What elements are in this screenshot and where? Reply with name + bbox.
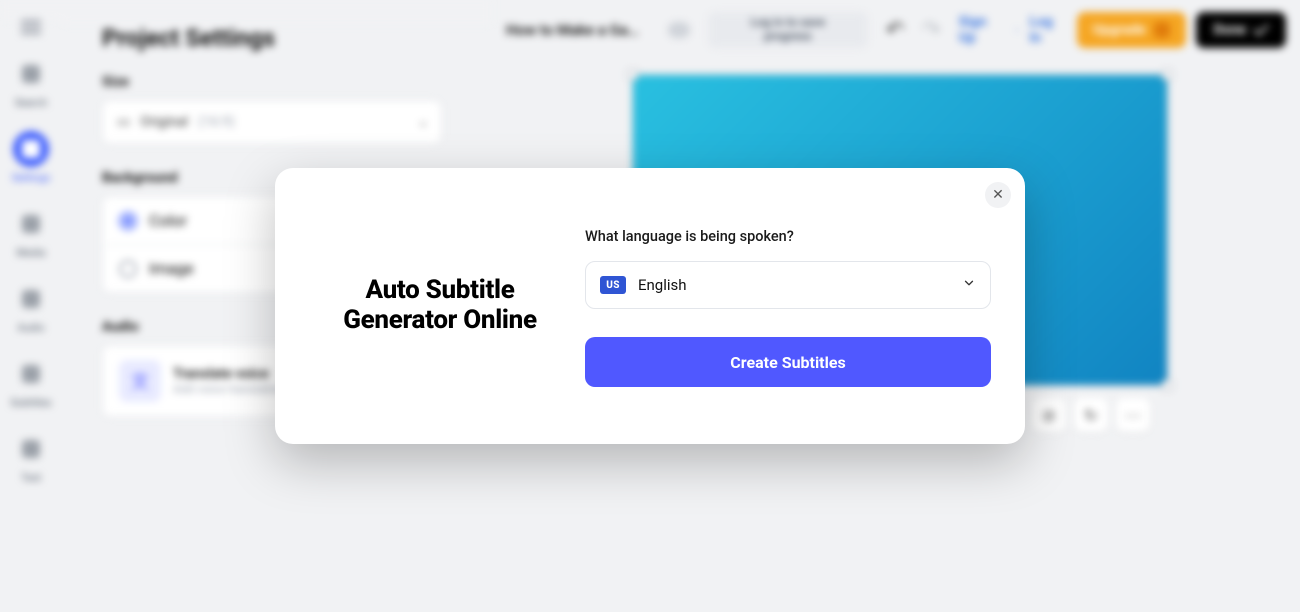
create-subtitles-button[interactable]: Create Subtitles xyxy=(585,337,991,387)
language-value: English xyxy=(638,276,687,294)
close-icon: ✕ xyxy=(992,187,1004,203)
language-prompt: What language is being spoken? xyxy=(585,228,991,245)
close-button[interactable]: ✕ xyxy=(985,182,1011,208)
auto-subtitle-modal: ✕ Auto Subtitle Generator Online What la… xyxy=(275,168,1025,444)
modal-title: Auto Subtitle Generator Online xyxy=(343,276,537,336)
create-subtitles-label: Create Subtitles xyxy=(730,353,845,372)
chevron-down-icon xyxy=(962,276,976,294)
language-select[interactable]: US English xyxy=(585,261,991,309)
modal-backdrop: ✕ Auto Subtitle Generator Online What la… xyxy=(0,0,1300,612)
flag-icon: US xyxy=(600,276,626,294)
